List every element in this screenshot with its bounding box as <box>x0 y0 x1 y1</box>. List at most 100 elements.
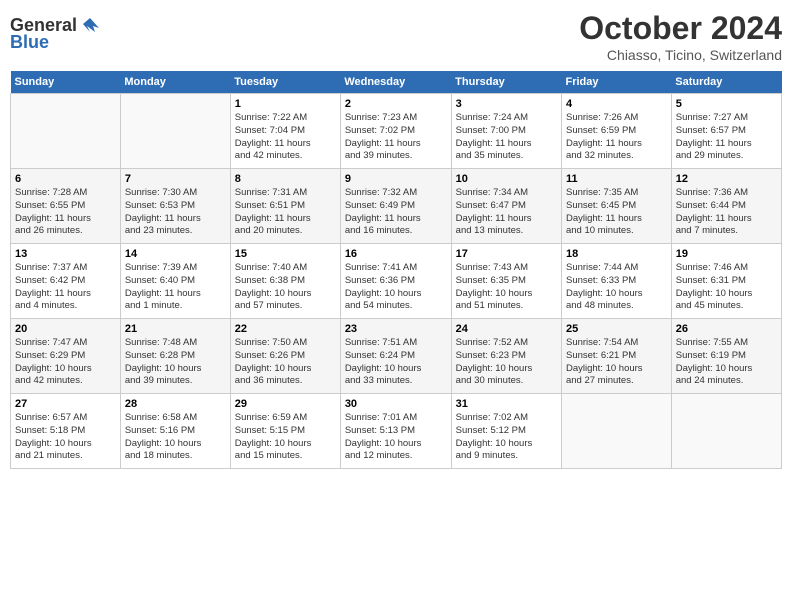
day-info: Sunrise: 7:27 AM Sunset: 6:57 PM Dayligh… <box>676 112 777 163</box>
week-row-4: 20 Sunrise: 7:47 AM Sunset: 6:29 PM Dayli… <box>11 319 782 394</box>
calendar-cell: 20 Sunrise: 7:47 AM Sunset: 6:29 PM Dayli… <box>11 319 121 394</box>
calendar-cell: 6 Sunrise: 7:28 AM Sunset: 6:55 PM Daylig… <box>11 169 121 244</box>
day-info: Sunrise: 7:26 AM Sunset: 6:59 PM Dayligh… <box>566 112 667 163</box>
day-info: Sunrise: 7:39 AM Sunset: 6:40 PM Dayligh… <box>125 262 226 313</box>
day-number: 17 <box>456 248 557 260</box>
day-number: 3 <box>456 98 557 110</box>
header-day-sunday: Sunday <box>11 71 121 94</box>
week-row-5: 27 Sunrise: 6:57 AM Sunset: 5:18 PM Dayli… <box>11 394 782 469</box>
day-number: 8 <box>235 173 336 185</box>
calendar-cell: 17 Sunrise: 7:43 AM Sunset: 6:35 PM Dayli… <box>451 244 561 319</box>
day-number: 10 <box>456 173 557 185</box>
day-info: Sunrise: 7:30 AM Sunset: 6:53 PM Dayligh… <box>125 187 226 238</box>
day-number: 14 <box>125 248 226 260</box>
day-number: 12 <box>676 173 777 185</box>
day-number: 5 <box>676 98 777 110</box>
calendar-cell <box>561 394 671 469</box>
day-number: 1 <box>235 98 336 110</box>
header-day-tuesday: Tuesday <box>230 71 340 94</box>
calendar-cell: 28Sunrise: 6:58 AM Sunset: 5:16 PM Dayli… <box>120 394 230 469</box>
header-row: SundayMondayTuesdayWednesdayThursdayFrid… <box>11 71 782 94</box>
calendar-cell: 29 Sunrise: 6:59 AM Sunset: 5:15 PM Dayli… <box>230 394 340 469</box>
header-day-monday: Monday <box>120 71 230 94</box>
day-info: Sunrise: 7:51 AM Sunset: 6:24 PM Dayligh… <box>345 337 447 388</box>
day-number: 16 <box>345 248 447 260</box>
day-number: 22 <box>235 323 336 335</box>
calendar-cell: 12 Sunrise: 7:36 AM Sunset: 6:44 PM Dayli… <box>671 169 781 244</box>
week-row-1: 1 Sunrise: 7:22 AM Sunset: 7:04 PM Daylig… <box>11 94 782 169</box>
day-info: Sunrise: 7:48 AM Sunset: 6:28 PM Dayligh… <box>125 337 226 388</box>
day-number: 20 <box>15 323 116 335</box>
day-info: Sunrise: 7:28 AM Sunset: 6:55 PM Dayligh… <box>15 187 116 238</box>
calendar-cell: 11Sunrise: 7:35 AM Sunset: 6:45 PM Dayli… <box>561 169 671 244</box>
calendar-cell: 25 Sunrise: 7:54 AM Sunset: 6:21 PM Dayli… <box>561 319 671 394</box>
day-number: 21 <box>125 323 226 335</box>
day-number: 19 <box>676 248 777 260</box>
week-row-2: 6 Sunrise: 7:28 AM Sunset: 6:55 PM Daylig… <box>11 169 782 244</box>
day-number: 15 <box>235 248 336 260</box>
day-info: Sunrise: 7:43 AM Sunset: 6:35 PM Dayligh… <box>456 262 557 313</box>
page-header: General Blue October 2024 Chiasso, Ticin… <box>10 10 782 63</box>
calendar-cell <box>120 94 230 169</box>
header-day-thursday: Thursday <box>451 71 561 94</box>
day-info: Sunrise: 7:24 AM Sunset: 7:00 PM Dayligh… <box>456 112 557 163</box>
day-info: Sunrise: 6:58 AM Sunset: 5:16 PM Dayligh… <box>125 412 226 463</box>
logo-bird-icon <box>79 14 101 36</box>
calendar-cell: 5 Sunrise: 7:27 AM Sunset: 6:57 PM Daylig… <box>671 94 781 169</box>
day-info: Sunrise: 7:47 AM Sunset: 6:29 PM Dayligh… <box>15 337 116 388</box>
calendar-cell: 27 Sunrise: 6:57 AM Sunset: 5:18 PM Dayli… <box>11 394 121 469</box>
day-number: 9 <box>345 173 447 185</box>
day-number: 18 <box>566 248 667 260</box>
day-number: 27 <box>15 398 116 410</box>
calendar-cell: 15 Sunrise: 7:40 AM Sunset: 6:38 PM Dayli… <box>230 244 340 319</box>
calendar-cell: 19 Sunrise: 7:46 AM Sunset: 6:31 PM Dayli… <box>671 244 781 319</box>
day-number: 30 <box>345 398 447 410</box>
day-info: Sunrise: 7:55 AM Sunset: 6:19 PM Dayligh… <box>676 337 777 388</box>
calendar-cell: 7Sunrise: 7:30 AM Sunset: 6:53 PM Daylig… <box>120 169 230 244</box>
day-number: 29 <box>235 398 336 410</box>
month-title: October 2024 <box>579 10 782 47</box>
calendar-cell: 10Sunrise: 7:34 AM Sunset: 6:47 PM Dayli… <box>451 169 561 244</box>
calendar-cell: 31 Sunrise: 7:02 AM Sunset: 5:12 PM Dayli… <box>451 394 561 469</box>
day-number: 13 <box>15 248 116 260</box>
day-number: 24 <box>456 323 557 335</box>
calendar-cell: 2Sunrise: 7:23 AM Sunset: 7:02 PM Daylig… <box>340 94 451 169</box>
calendar-cell: 24Sunrise: 7:52 AM Sunset: 6:23 PM Dayli… <box>451 319 561 394</box>
day-number: 25 <box>566 323 667 335</box>
logo-blue-text: Blue <box>10 32 49 53</box>
calendar-table: SundayMondayTuesdayWednesdayThursdayFrid… <box>10 71 782 469</box>
calendar-cell: 16 Sunrise: 7:41 AM Sunset: 6:36 PM Dayli… <box>340 244 451 319</box>
day-number: 23 <box>345 323 447 335</box>
day-info: Sunrise: 7:50 AM Sunset: 6:26 PM Dayligh… <box>235 337 336 388</box>
day-info: Sunrise: 6:59 AM Sunset: 5:15 PM Dayligh… <box>235 412 336 463</box>
calendar-cell: 3 Sunrise: 7:24 AM Sunset: 7:00 PM Daylig… <box>451 94 561 169</box>
day-number: 11 <box>566 173 667 185</box>
calendar-cell: 26 Sunrise: 7:55 AM Sunset: 6:19 PM Dayli… <box>671 319 781 394</box>
calendar-cell: 18Sunrise: 7:44 AM Sunset: 6:33 PM Dayli… <box>561 244 671 319</box>
day-info: Sunrise: 7:02 AM Sunset: 5:12 PM Dayligh… <box>456 412 557 463</box>
day-info: Sunrise: 7:54 AM Sunset: 6:21 PM Dayligh… <box>566 337 667 388</box>
day-number: 6 <box>15 173 116 185</box>
calendar-cell <box>671 394 781 469</box>
header-day-saturday: Saturday <box>671 71 781 94</box>
header-day-wednesday: Wednesday <box>340 71 451 94</box>
day-number: 26 <box>676 323 777 335</box>
calendar-cell <box>11 94 121 169</box>
day-info: Sunrise: 7:41 AM Sunset: 6:36 PM Dayligh… <box>345 262 447 313</box>
day-info: Sunrise: 6:57 AM Sunset: 5:18 PM Dayligh… <box>15 412 116 463</box>
day-info: Sunrise: 7:32 AM Sunset: 6:49 PM Dayligh… <box>345 187 447 238</box>
title-area: October 2024 Chiasso, Ticino, Switzerlan… <box>579 10 782 63</box>
calendar-cell: 1 Sunrise: 7:22 AM Sunset: 7:04 PM Daylig… <box>230 94 340 169</box>
calendar-cell: 14 Sunrise: 7:39 AM Sunset: 6:40 PM Dayli… <box>120 244 230 319</box>
day-info: Sunrise: 7:40 AM Sunset: 6:38 PM Dayligh… <box>235 262 336 313</box>
logo: General Blue <box>10 14 101 53</box>
day-info: Sunrise: 7:22 AM Sunset: 7:04 PM Dayligh… <box>235 112 336 163</box>
day-info: Sunrise: 7:46 AM Sunset: 6:31 PM Dayligh… <box>676 262 777 313</box>
calendar-cell: 23 Sunrise: 7:51 AM Sunset: 6:24 PM Dayli… <box>340 319 451 394</box>
header-day-friday: Friday <box>561 71 671 94</box>
day-info: Sunrise: 7:36 AM Sunset: 6:44 PM Dayligh… <box>676 187 777 238</box>
subtitle: Chiasso, Ticino, Switzerland <box>579 47 782 63</box>
calendar-cell: 30Sunrise: 7:01 AM Sunset: 5:13 PM Dayli… <box>340 394 451 469</box>
week-row-3: 13Sunrise: 7:37 AM Sunset: 6:42 PM Dayli… <box>11 244 782 319</box>
day-number: 31 <box>456 398 557 410</box>
